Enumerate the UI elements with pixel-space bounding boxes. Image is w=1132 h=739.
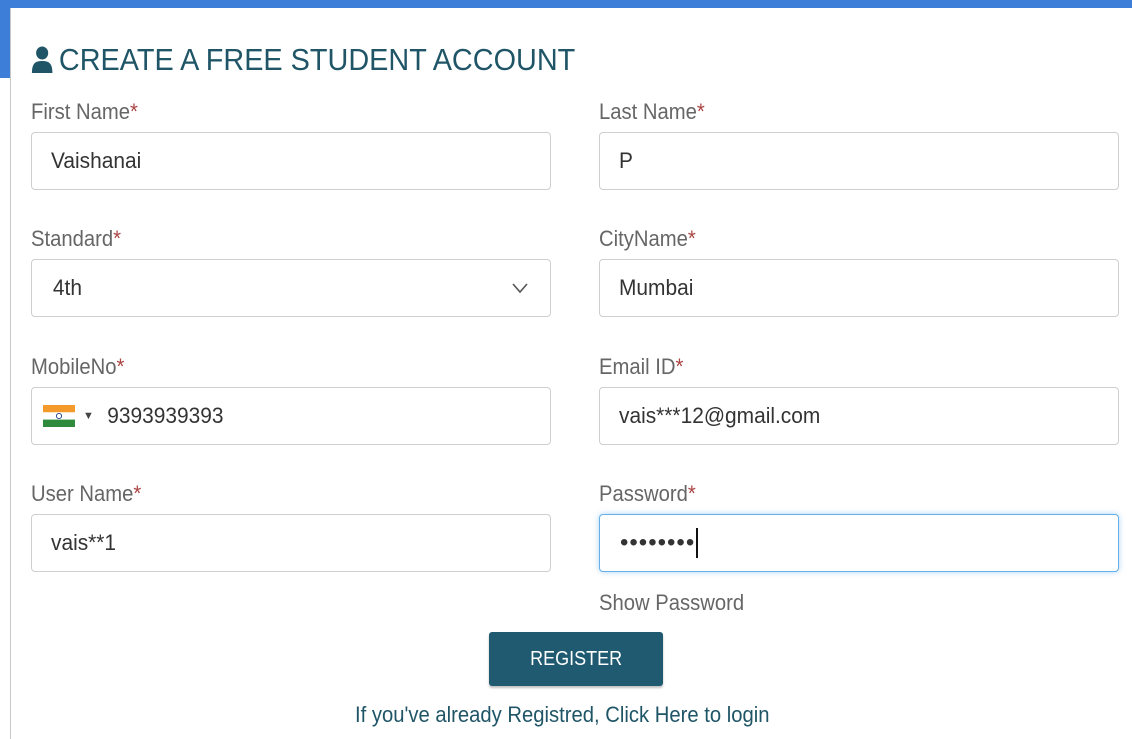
required-marker: *	[133, 481, 142, 506]
mobile-group: MobileNo* ▼ 9393939393	[31, 353, 553, 445]
city-group: CityName* Mumbai	[599, 225, 1121, 317]
show-password-toggle[interactable]: Show Password	[599, 590, 744, 616]
register-button-label: REGISTER	[529, 647, 623, 670]
city-label: CityName*	[599, 226, 696, 251]
first-name-group: First Name* Vaishanai	[31, 98, 553, 190]
register-button[interactable]: REGISTER	[489, 632, 663, 686]
first-name-value: Vaishanai	[51, 148, 142, 173]
mobile-label: MobileNo*	[31, 354, 125, 379]
last-name-label: Last Name*	[599, 99, 705, 124]
username-value: vais**1	[51, 530, 117, 555]
email-group: Email ID* vais***12@gmail.com	[599, 353, 1121, 445]
registration-panel: CREATE A FREE STUDENT ACCOUNT First Name…	[10, 8, 1132, 739]
standard-label: Standard*	[31, 226, 122, 251]
window-frame-left	[0, 0, 10, 78]
text-cursor	[696, 528, 699, 558]
first-name-label: First Name*	[31, 99, 138, 124]
email-value: vais***12@gmail.com	[619, 403, 821, 428]
email-input[interactable]: vais***12@gmail.com	[599, 387, 1119, 445]
page-title: CREATE A FREE STUDENT ACCOUNT	[31, 42, 575, 78]
standard-group: Standard* 4th	[31, 225, 553, 317]
first-name-input[interactable]: Vaishanai	[31, 132, 551, 190]
required-marker: *	[116, 354, 125, 379]
required-marker: *	[113, 226, 122, 251]
india-flag-icon	[43, 405, 75, 427]
last-name-group: Last Name* P	[599, 98, 1121, 190]
standard-value: 4th	[52, 275, 82, 300]
last-name-value: P	[619, 148, 633, 173]
window-frame-top	[0, 0, 1132, 8]
password-input[interactable]: ••••••••	[599, 514, 1119, 572]
user-icon	[31, 46, 53, 73]
password-value: ••••••••	[620, 529, 696, 556]
caret-down-icon: ▼	[83, 410, 94, 422]
required-marker: *	[129, 99, 138, 124]
login-link[interactable]: If you've already Registred, Click Here …	[355, 702, 769, 728]
username-label: User Name*	[31, 481, 142, 506]
page-title-text: CREATE A FREE STUDENT ACCOUNT	[58, 42, 576, 77]
email-label: Email ID*	[599, 354, 684, 379]
city-input[interactable]: Mumbai	[599, 259, 1119, 317]
standard-select[interactable]: 4th	[31, 259, 551, 317]
mobile-value: 9393939393	[107, 403, 224, 428]
password-label: Password*	[599, 481, 696, 506]
required-marker: *	[675, 354, 684, 379]
last-name-input[interactable]: P	[599, 132, 1119, 190]
password-group: Password* ••••••••	[599, 480, 1121, 572]
city-value: Mumbai	[619, 275, 694, 300]
username-group: User Name* vais**1	[31, 480, 553, 572]
username-input[interactable]: vais**1	[31, 514, 551, 572]
required-marker: *	[687, 226, 696, 251]
chevron-down-icon	[512, 283, 528, 294]
country-code-dropdown[interactable]: ▼	[32, 405, 94, 427]
mobile-input[interactable]: ▼ 9393939393	[31, 387, 551, 445]
required-marker: *	[696, 99, 705, 124]
required-marker: *	[687, 481, 696, 506]
